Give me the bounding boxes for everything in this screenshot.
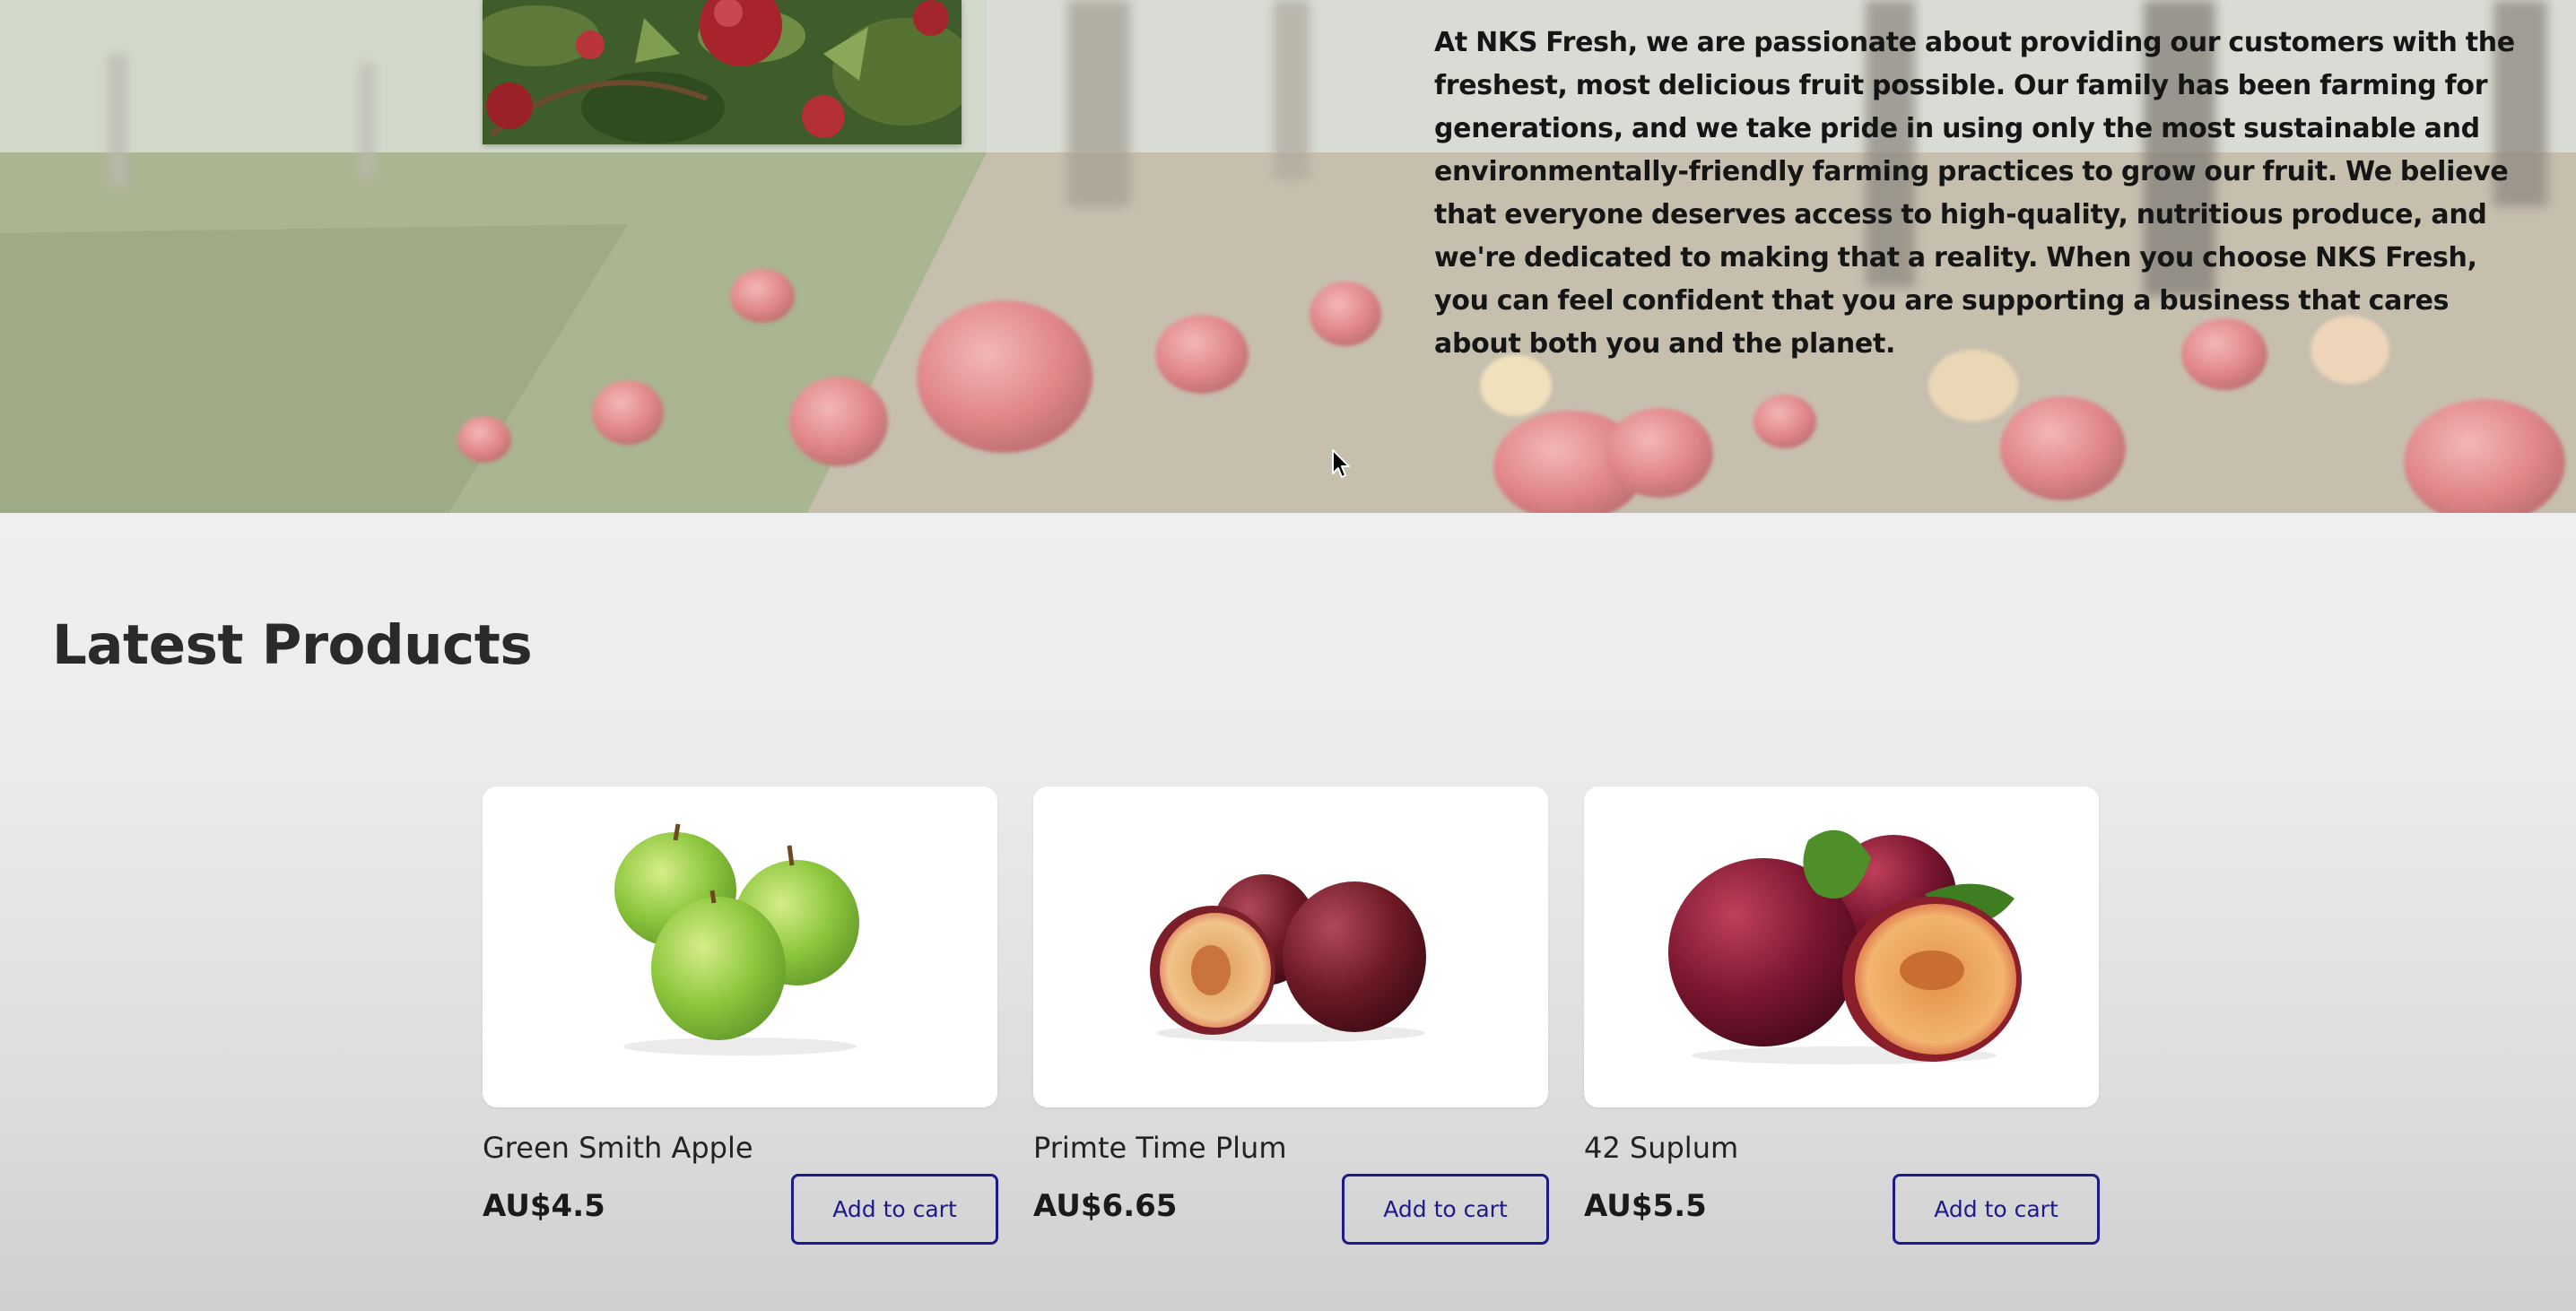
plums-image: [1150, 874, 1426, 1042]
product-image[interactable]: [1033, 786, 1548, 1107]
product-price: AU$5.5: [1584, 1188, 1707, 1224]
product-name[interactable]: Green Smith Apple: [483, 1131, 753, 1165]
add-to-cart-button[interactable]: Add to cart: [791, 1174, 998, 1245]
product-price: AU$4.5: [483, 1188, 605, 1224]
red-plums-image: [1668, 829, 2022, 1064]
latest-products-section: Latest Products Green Smith Apple AU$4.5…: [0, 513, 2576, 1311]
apple-tree-photo: [483, 0, 962, 144]
product-price: AU$6.65: [1033, 1188, 1178, 1224]
product-card: Primte Time Plum AU$6.65 Add to cart: [1033, 786, 1550, 1253]
green-apples-image: [614, 823, 859, 1055]
product-name[interactable]: 42 Suplum: [1584, 1131, 1738, 1165]
product-card: Green Smith Apple AU$4.5 Add to cart: [483, 786, 999, 1253]
about-paragraph: At NKS Fresh, we are passionate about pr…: [1434, 27, 2515, 360]
product-name[interactable]: Primte Time Plum: [1033, 1131, 1286, 1165]
add-to-cart-button[interactable]: Add to cart: [1893, 1174, 2100, 1245]
about-hero: At NKS Fresh, we are passionate about pr…: [0, 0, 2576, 513]
mouse-cursor-icon: [1332, 449, 1350, 478]
add-to-cart-button[interactable]: Add to cart: [1342, 1174, 1549, 1245]
product-image[interactable]: [483, 786, 997, 1107]
section-title: Latest Products: [52, 613, 533, 677]
product-image[interactable]: [1584, 786, 2099, 1107]
product-card: 42 Suplum AU$5.5 Add to cart: [1584, 786, 2101, 1253]
